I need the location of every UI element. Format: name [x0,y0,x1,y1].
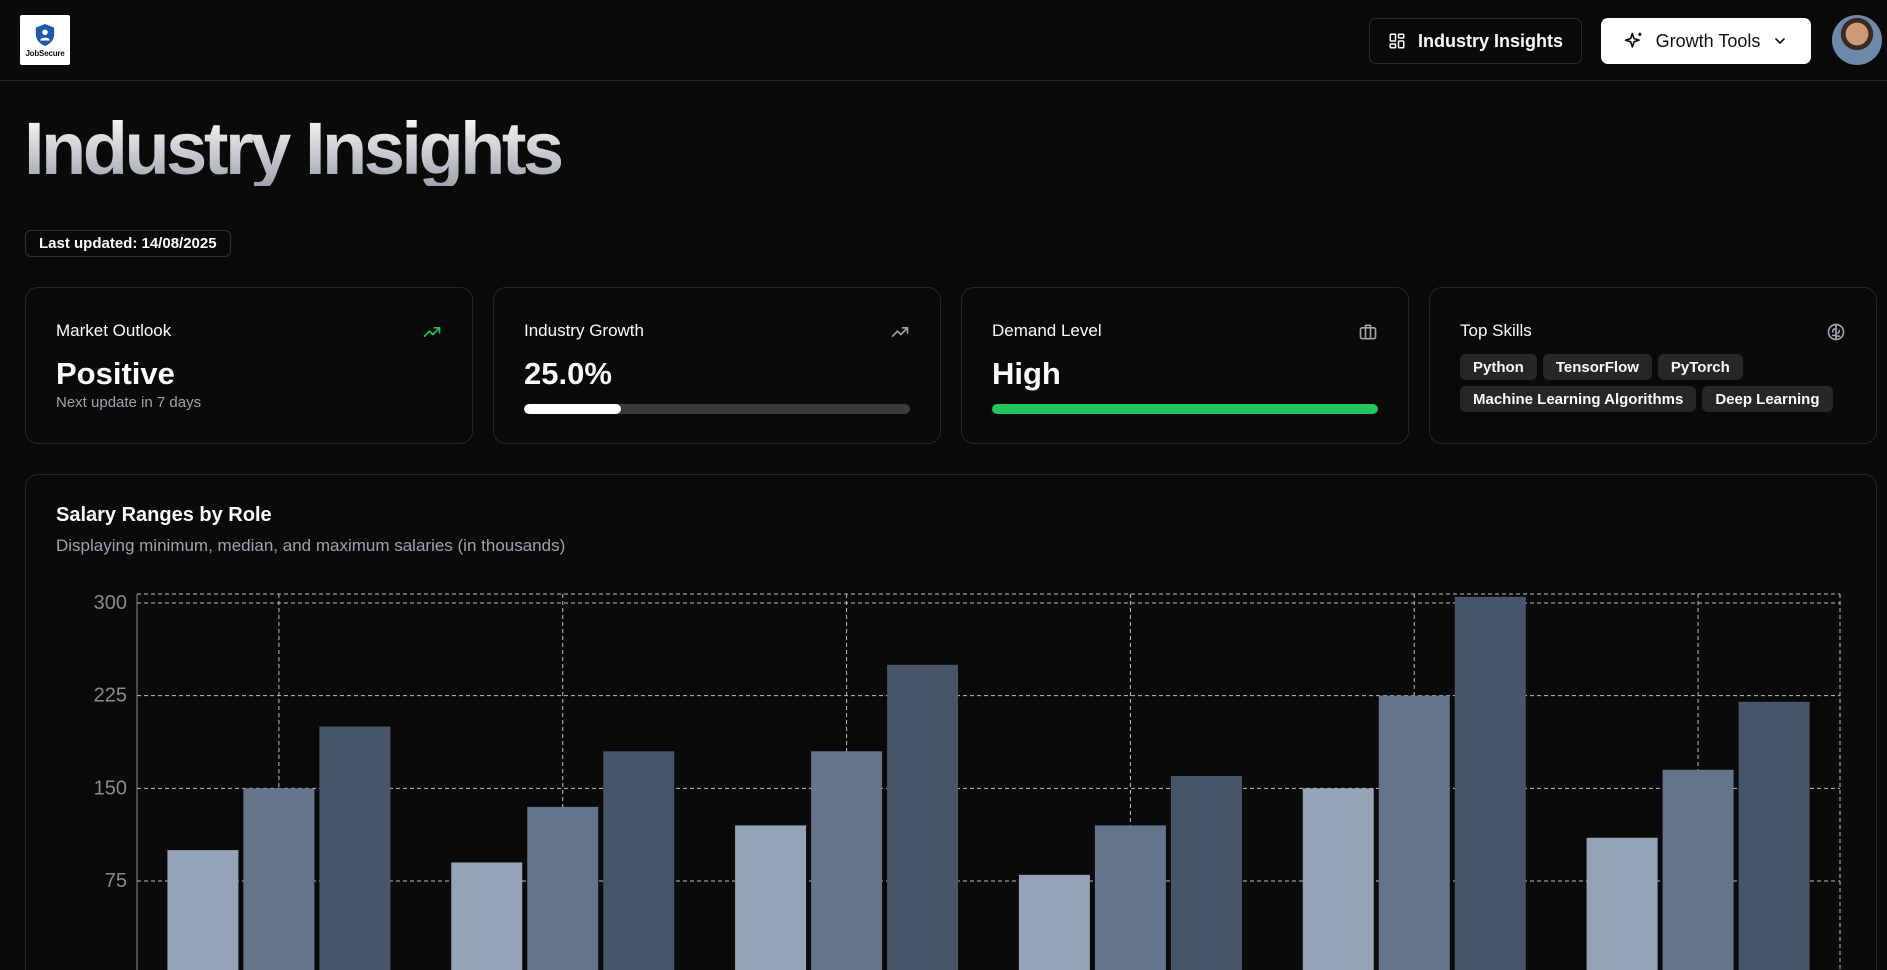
salary-bar[interactable] [527,806,599,970]
salary-bar[interactable] [1586,837,1658,970]
trending-up-icon [891,327,909,337]
salary-chart-card: Salary Ranges by Role Displaying minimum… [25,474,1877,970]
trending-up-icon [423,327,441,337]
y-tick-label: 75 [105,870,127,892]
salary-bar[interactable] [1170,775,1242,970]
brain-icon [1827,323,1845,341]
page-title: Industry Insights [24,107,564,190]
salary-bar[interactable] [603,751,675,970]
skill-badge: TensorFlow [1542,354,1652,380]
demand-progress-bar [992,404,1378,414]
demand-level-title: Demand Level [992,321,1102,340]
shield-logo-icon [35,23,55,46]
salary-bar[interactable] [243,788,315,970]
salary-bar[interactable] [1018,874,1090,970]
skill-badge: PyTorch [1657,354,1743,380]
industry-growth-title: Industry Growth [524,321,644,340]
next-update-text: Next update in 7 days [56,394,202,411]
salary-bar[interactable] [735,825,807,970]
demand-level-value: High [992,356,1061,391]
salary-bar[interactable] [1302,788,1374,970]
salary-bar[interactable] [1662,769,1734,970]
salary-bar-chart: 75 150 225 300 [94,592,1841,970]
skill-badge: Machine Learning Algorithms [1460,386,1697,412]
industry-growth-value: 25.0% [524,356,612,391]
market-outlook-card: Market Outlook Positive Next update in 7… [25,287,473,444]
user-avatar[interactable] [1832,15,1882,65]
salary-bar[interactable] [887,664,959,970]
salary-bar[interactable] [1454,596,1526,970]
skills-list: Python TensorFlow PyTorch Machine Learni… [1460,354,1860,412]
layout-dashboard-icon [1389,33,1405,49]
demand-level-card: Demand Level High [961,287,1409,444]
demand-progress-fill [992,404,1378,414]
y-tick-label: 300 [94,592,127,614]
salary-bar[interactable] [1738,701,1810,970]
industry-insights-button[interactable]: Industry Insights [1369,18,1582,64]
growth-progress-fill [524,404,621,414]
briefcase-icon [1359,324,1377,340]
top-navbar: JobSecure Industry Insights Growth Tools [0,0,1887,81]
top-skills-card: Top Skills Python TensorFlow PyTorch Mac… [1429,287,1877,444]
logo-text: JobSecure [25,48,65,58]
jobsecure-logo[interactable]: JobSecure [20,15,70,65]
chevron-down-icon [1775,38,1786,45]
industry-insights-label: Industry Insights [1417,30,1563,51]
market-outlook-title: Market Outlook [56,321,172,340]
salary-bar[interactable] [451,862,523,970]
salary-bar[interactable] [319,726,391,970]
salary-bar[interactable] [811,751,883,970]
skill-badge: Python [1460,354,1537,380]
salary-bar[interactable] [167,850,239,970]
y-tick-label: 225 [94,685,127,707]
market-outlook-value: Positive [56,356,175,391]
growth-progress-bar [524,404,910,414]
industry-growth-card: Industry Growth 25.0% [493,287,941,444]
growth-tools-label: Growth Tools [1655,30,1761,51]
salary-bar[interactable] [1094,825,1166,970]
skill-badge: Deep Learning [1702,386,1833,412]
top-skills-title: Top Skills [1460,321,1532,340]
y-tick-label: 150 [94,777,127,799]
sparkles-icon [1624,32,1642,48]
growth-tools-dropdown[interactable]: Growth Tools [1601,18,1811,64]
last-updated-badge: Last updated: 14/08/2025 [25,230,231,257]
salary-bar[interactable] [1378,695,1450,970]
